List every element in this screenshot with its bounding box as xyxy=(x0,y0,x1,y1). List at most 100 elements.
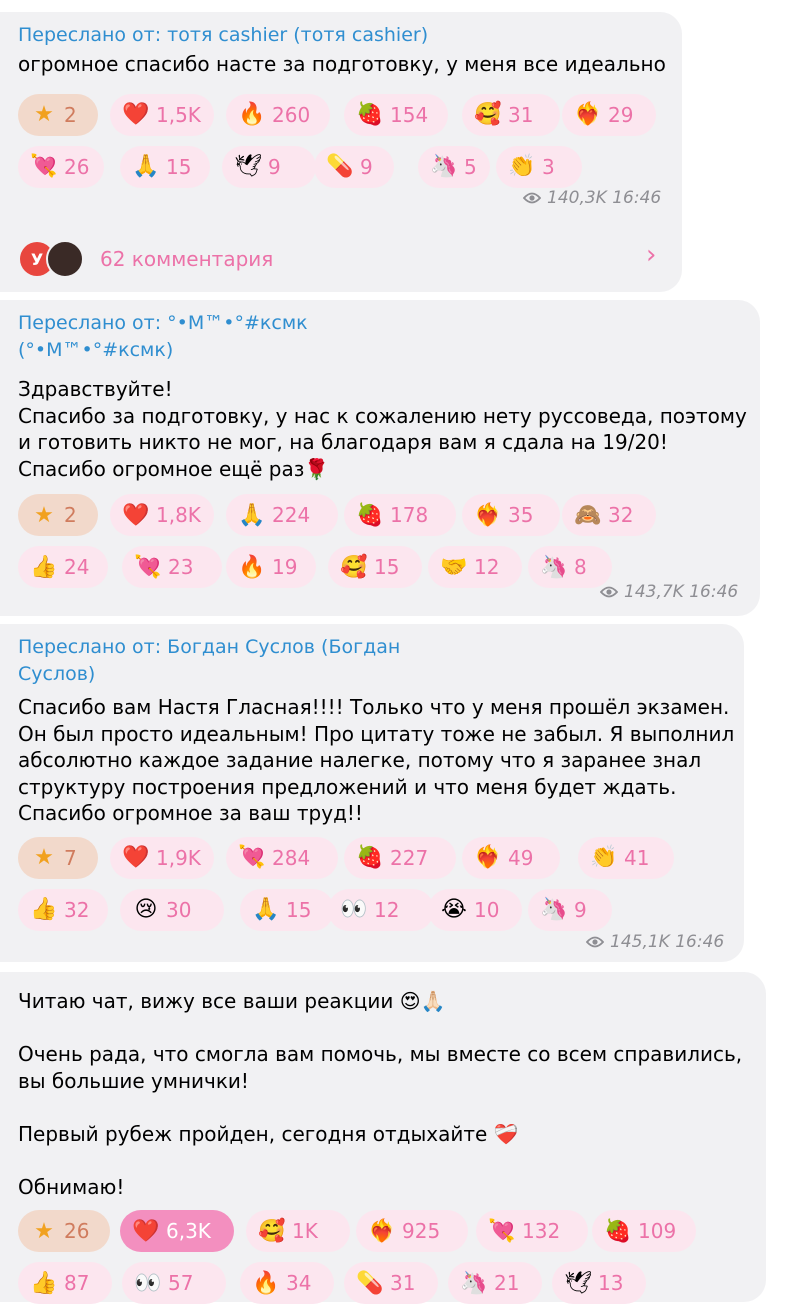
clap-icon: 👏 xyxy=(508,154,536,179)
reaction-heart[interactable]: ❤️ 1,5K xyxy=(110,93,214,136)
reaction-count: 87 xyxy=(64,1271,90,1295)
reaction-count: 49 xyxy=(508,845,534,870)
reaction-heart-arrow[interactable]: 💘 132 xyxy=(476,1210,588,1252)
reaction-star[interactable]: ★ 26 xyxy=(18,1210,110,1252)
reaction-heart[interactable]: ❤️ 6,3K xyxy=(120,1210,234,1252)
reaction-count: 224 xyxy=(272,503,311,527)
star-icon: ★ xyxy=(34,845,54,870)
reaction-unicorn[interactable]: 🦄 5 xyxy=(418,145,490,188)
reaction-count: 2 xyxy=(64,102,77,127)
reaction-heart-on-fire[interactable]: ❤️‍🔥 35 xyxy=(462,494,560,536)
reaction-count: 7 xyxy=(64,845,77,870)
reaction-star[interactable]: ★ 2 xyxy=(18,93,98,136)
reaction-count: 26 xyxy=(64,1219,90,1243)
reaction-count: 284 xyxy=(272,845,311,870)
reaction-pill[interactable]: 💊 9 xyxy=(314,145,394,188)
reaction-heart-arrow[interactable]: 💘 284 xyxy=(226,836,338,879)
reaction-count: 9 xyxy=(574,897,587,922)
reaction-count: 41 xyxy=(624,845,650,870)
reaction-count: 2 xyxy=(64,503,77,527)
reaction-heart-arrow[interactable]: 💘 23 xyxy=(122,546,222,588)
reaction-count: 260 xyxy=(272,102,311,127)
message-text: Читаю чат, вижу все ваши реакции 😍🙏🏻 Оче… xyxy=(18,989,743,1199)
reaction-unicorn[interactable]: 🦄 9 xyxy=(528,888,612,931)
comments-button[interactable]: У 62 комментария xyxy=(20,240,273,278)
reaction-clap[interactable]: 👏 41 xyxy=(578,836,674,879)
reaction-pill[interactable]: 💊 31 xyxy=(344,1262,438,1304)
reaction-heart-on-fire[interactable]: ❤️‍🔥 925 xyxy=(356,1210,468,1252)
dove-icon: 🕊 xyxy=(564,1270,592,1296)
eyes-icon: 👀 xyxy=(340,897,368,922)
unicorn-icon: 🦄 xyxy=(460,1270,488,1296)
reaction-fire[interactable]: 🔥 34 xyxy=(240,1262,334,1304)
reaction-smiling-hearts[interactable]: 🥰 31 xyxy=(462,93,560,136)
reaction-sobbing[interactable]: 😭 10 xyxy=(428,888,522,931)
reaction-smiling-hearts[interactable]: 🥰 1K xyxy=(246,1210,350,1252)
reaction-star[interactable]: ★ 2 xyxy=(18,494,98,536)
reaction-heart-on-fire[interactable]: ❤️‍🔥 29 xyxy=(562,93,656,136)
reaction-fire[interactable]: 🔥 260 xyxy=(226,93,330,136)
reaction-unicorn[interactable]: 🦄 21 xyxy=(448,1262,542,1304)
forwarded-from[interactable]: Переслано от: °•M™•°#ксмк (°•M™•°#ксмк) xyxy=(18,310,760,364)
avatar xyxy=(46,240,84,278)
reaction-count: 1,9K xyxy=(156,845,201,870)
reaction-handshake[interactable]: 🤝 12 xyxy=(428,546,522,588)
reaction-count: 10 xyxy=(474,897,500,922)
reaction-thumbs-up[interactable]: 👍 24 xyxy=(18,546,108,588)
heart-on-fire-icon: ❤️‍🔥 xyxy=(368,1218,396,1244)
reaction-heart[interactable]: ❤️ 1,9K xyxy=(110,836,214,879)
eye-icon xyxy=(600,586,618,598)
reaction-dove[interactable]: 🕊 9 xyxy=(222,145,316,188)
message-meta: 145,1K 16:46 xyxy=(586,932,724,952)
reaction-count: 21 xyxy=(494,1271,520,1295)
message-time: 16:46 xyxy=(689,582,739,602)
forwarded-from[interactable]: Переслано от: Богдан Суслов (Богдан Сусл… xyxy=(18,634,744,688)
view-count: 145,1K xyxy=(610,932,670,952)
reaction-crying[interactable]: 😢 30 xyxy=(120,888,224,931)
reaction-clap[interactable]: 👏 3 xyxy=(496,145,582,188)
reaction-smiling-hearts[interactable]: 🥰 15 xyxy=(328,546,422,588)
reaction-dove[interactable]: 🕊 13 xyxy=(552,1262,646,1304)
reaction-pray[interactable]: 🙏 15 xyxy=(120,145,210,188)
reaction-count: 35 xyxy=(508,503,534,527)
star-icon: ★ xyxy=(34,1218,54,1244)
strawberry-icon: 🍓 xyxy=(356,845,384,870)
message-bubble: Переслано от: Богдан Суслов (Богдан Сусл… xyxy=(0,624,744,962)
reaction-see-no-evil[interactable]: 🙈 32 xyxy=(562,494,656,536)
reaction-count: 32 xyxy=(608,503,634,527)
chevron-right-icon[interactable]: › xyxy=(646,240,656,270)
heart-icon: ❤️ xyxy=(122,845,150,870)
reaction-count: 178 xyxy=(390,503,429,527)
strawberry-icon: 🍓 xyxy=(604,1218,632,1244)
reaction-eyes[interactable]: 👀 12 xyxy=(328,888,434,931)
thumbs-up-icon: 👍 xyxy=(30,1270,58,1296)
pray-icon: 🙏 xyxy=(132,154,160,179)
thumbs-up-icon: 👍 xyxy=(30,897,58,922)
star-icon: ★ xyxy=(34,502,54,528)
reaction-strawberry[interactable]: 🍓 178 xyxy=(344,494,456,536)
fire-icon: 🔥 xyxy=(252,1270,280,1296)
pill-icon: 💊 xyxy=(326,154,354,179)
reaction-count: 9 xyxy=(360,154,373,179)
reaction-strawberry[interactable]: 🍓 154 xyxy=(344,93,448,136)
reaction-heart-on-fire[interactable]: ❤️‍🔥 49 xyxy=(462,836,560,879)
reaction-strawberry[interactable]: 🍓 227 xyxy=(344,836,456,879)
reaction-fire[interactable]: 🔥 19 xyxy=(226,546,316,588)
reaction-thumbs-up[interactable]: 👍 87 xyxy=(18,1262,112,1304)
forwarded-from[interactable]: Переслано от: тотя cashier (тотя cashier… xyxy=(18,22,682,49)
unicorn-icon: 🦄 xyxy=(540,554,568,580)
reaction-count: 154 xyxy=(390,102,429,127)
heart-arrow-icon: 💘 xyxy=(238,845,266,870)
reaction-count: 31 xyxy=(390,1271,416,1295)
message-text: Здравствуйте! Спасибо за подготовку, у н… xyxy=(18,377,747,481)
reaction-strawberry[interactable]: 🍓 109 xyxy=(592,1210,696,1252)
reaction-heart-arrow[interactable]: 💘 26 xyxy=(18,145,104,188)
reaction-pray[interactable]: 🙏 224 xyxy=(226,494,338,536)
reaction-thumbs-up[interactable]: 👍 32 xyxy=(18,888,108,931)
reaction-pray[interactable]: 🙏 15 xyxy=(240,888,334,931)
reaction-star[interactable]: ★ 7 xyxy=(18,836,98,879)
reaction-heart[interactable]: ❤️ 1,8K xyxy=(110,494,214,536)
reaction-eyes[interactable]: 👀 57 xyxy=(122,1262,226,1304)
message-meta: 143,7K 16:46 xyxy=(600,582,738,602)
reaction-count: 9 xyxy=(268,154,281,179)
